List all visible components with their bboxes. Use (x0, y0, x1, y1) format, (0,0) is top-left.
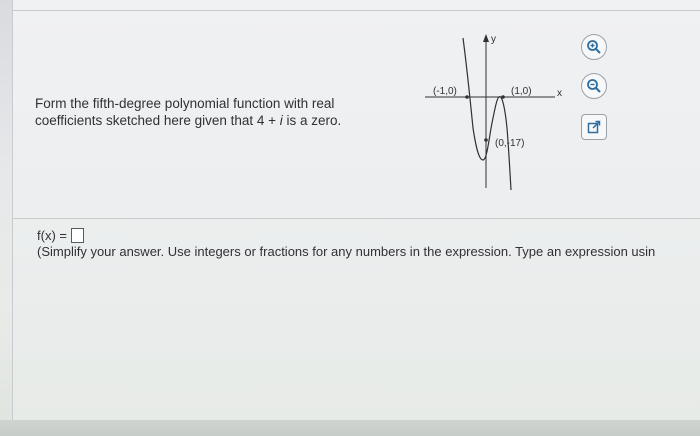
point-y-intercept-marker (484, 138, 488, 142)
answer-row: f(x) = (37, 228, 84, 243)
point-y-intercept-label: (0,-17) (495, 138, 524, 149)
question-line-2-pre: coefficients sketched here given that 4 … (35, 113, 280, 128)
desk-edge (0, 420, 700, 436)
question-panel: Form the fifth-degree polynomial functio… (12, 0, 700, 420)
point-right-label: (1,0) (511, 86, 532, 97)
point-left-label: (-1,0) (433, 86, 457, 97)
answer-input-box[interactable] (70, 228, 84, 243)
polynomial-curve (462, 37, 512, 191)
question-text: Form the fifth-degree polynomial functio… (35, 95, 395, 129)
question-line-2-post: is a zero. (282, 113, 342, 128)
question-line-2: coefficients sketched here given that 4 … (35, 112, 395, 129)
y-axis-arrow (483, 34, 489, 42)
answer-divider (13, 218, 700, 219)
answer-instructions: (Simplify your answer. Use integers or f… (37, 244, 656, 259)
zoom-out-button[interactable] (581, 73, 607, 99)
x-axis-label: x (557, 88, 562, 99)
top-divider (13, 10, 700, 11)
external-link-icon (587, 120, 601, 134)
zoom-out-icon (587, 79, 601, 93)
popout-button[interactable] (581, 114, 607, 140)
y-axis-label: y (491, 34, 496, 45)
answer-label: f(x) = (37, 228, 67, 243)
point-right-marker (501, 95, 505, 99)
zoom-in-button[interactable] (581, 34, 607, 60)
polynomial-graph: y x (-1,0) (1,0) (0,-17) (425, 34, 562, 191)
question-line-1: Form the fifth-degree polynomial functio… (35, 96, 335, 111)
point-left-marker (465, 95, 469, 99)
zoom-in-icon (587, 40, 601, 54)
